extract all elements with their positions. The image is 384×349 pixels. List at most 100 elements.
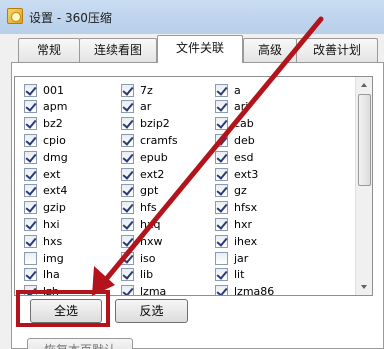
checkbox-checked-icon[interactable] bbox=[121, 234, 134, 248]
checkbox-checked-icon[interactable] bbox=[24, 100, 37, 114]
file-type-label: ext bbox=[43, 167, 61, 181]
checkbox-checked-icon[interactable] bbox=[215, 83, 228, 97]
file-type-checkbox-item[interactable]: ext2 bbox=[121, 166, 164, 182]
checkbox-checked-icon[interactable] bbox=[215, 167, 228, 181]
file-type-checkbox-item[interactable]: apm bbox=[24, 99, 67, 115]
file-type-checkbox-item[interactable]: arj bbox=[215, 99, 248, 115]
file-type-checkbox-item[interactable]: bz2 bbox=[24, 116, 63, 132]
file-type-checkbox-item[interactable]: dmg bbox=[24, 149, 68, 165]
checkbox-checked-icon[interactable] bbox=[121, 184, 134, 198]
file-type-checkbox-item[interactable]: ext3 bbox=[215, 166, 258, 182]
file-type-checkbox-item[interactable]: esd bbox=[215, 149, 253, 165]
checkbox-checked-icon[interactable] bbox=[215, 117, 228, 131]
file-type-label: hxw bbox=[140, 234, 163, 248]
checkbox-checked-icon[interactable] bbox=[215, 201, 228, 215]
checkbox-checked-icon[interactable] bbox=[215, 133, 228, 147]
file-type-label: ar bbox=[140, 100, 152, 114]
checkbox-checked-icon[interactable] bbox=[121, 83, 134, 97]
annotation-highlight-box bbox=[16, 290, 110, 327]
file-type-checkbox-item[interactable]: ext bbox=[24, 166, 60, 182]
file-type-checkbox-item[interactable]: hxi bbox=[24, 216, 60, 232]
tab-advanced[interactable]: 高级 bbox=[243, 38, 297, 62]
file-type-checkbox-item[interactable]: cpio bbox=[24, 132, 66, 148]
checkbox-checked-icon[interactable] bbox=[121, 100, 134, 114]
file-type-checkbox-item[interactable]: a bbox=[215, 82, 241, 98]
checkbox-checked-icon[interactable] bbox=[24, 234, 37, 248]
checkbox-checked-icon[interactable] bbox=[24, 83, 37, 97]
checkbox-checked-icon[interactable] bbox=[24, 184, 37, 198]
file-type-label: hfsx bbox=[234, 201, 258, 215]
checkbox-checked-icon[interactable] bbox=[121, 133, 134, 147]
scroll-up-arrow-icon[interactable] bbox=[356, 77, 372, 93]
tab-general[interactable]: 常规 bbox=[18, 38, 80, 62]
checkbox-checked-icon[interactable] bbox=[121, 251, 134, 265]
file-type-label: deb bbox=[234, 133, 255, 147]
file-type-checkbox-item[interactable]: lit bbox=[215, 267, 244, 283]
file-type-checkbox-item[interactable]: hxs bbox=[24, 233, 62, 249]
checkbox-unchecked-icon[interactable] bbox=[24, 251, 37, 265]
checkbox-checked-icon[interactable] bbox=[215, 184, 228, 198]
checkbox-checked-icon[interactable] bbox=[24, 150, 37, 164]
file-type-checkbox-item[interactable]: lzma bbox=[121, 284, 166, 295]
file-type-checkbox-item[interactable]: hxw bbox=[121, 233, 162, 249]
file-type-checkbox-item[interactable]: ihex bbox=[215, 233, 257, 249]
file-type-checkbox-item[interactable]: hfsx bbox=[215, 200, 257, 216]
checkbox-checked-icon[interactable] bbox=[121, 150, 134, 164]
checkbox-checked-icon[interactable] bbox=[121, 167, 134, 181]
checkbox-checked-icon[interactable] bbox=[121, 268, 134, 282]
checkbox-checked-icon[interactable] bbox=[24, 268, 37, 282]
file-type-label: ext3 bbox=[234, 167, 259, 181]
file-type-label: apm bbox=[43, 100, 68, 114]
file-type-checkbox-item[interactable]: 001 bbox=[24, 82, 64, 98]
file-type-checkbox-item[interactable]: lzma86 bbox=[215, 284, 274, 295]
checkbox-checked-icon[interactable] bbox=[215, 217, 228, 231]
checkbox-checked-icon[interactable] bbox=[24, 133, 37, 147]
checkbox-checked-icon[interactable] bbox=[215, 150, 228, 164]
tab-improvement-plan[interactable]: 改善计划 bbox=[296, 38, 378, 62]
checkbox-unchecked-icon[interactable] bbox=[215, 251, 228, 265]
file-type-checkbox-item[interactable]: hfs bbox=[121, 200, 157, 216]
file-type-label: bz2 bbox=[43, 117, 63, 131]
scroll-down-arrow-icon[interactable] bbox=[356, 279, 372, 295]
file-type-checkbox-item[interactable]: gpt bbox=[121, 183, 158, 199]
file-type-checkbox-item[interactable]: lha bbox=[24, 267, 60, 283]
restore-default-button[interactable]: 恢复本页默认 bbox=[27, 338, 133, 349]
tab-file-association[interactable]: 文件关联 bbox=[157, 35, 243, 63]
file-type-checkbox-item[interactable]: gzip bbox=[24, 200, 66, 216]
scroll-thumb[interactable] bbox=[358, 94, 371, 186]
checkbox-checked-icon[interactable] bbox=[121, 285, 134, 295]
checkbox-checked-icon[interactable] bbox=[215, 268, 228, 282]
file-type-label: hfs bbox=[140, 201, 157, 215]
file-type-checkbox-item[interactable]: gz bbox=[215, 183, 247, 199]
file-type-label: gpt bbox=[140, 184, 159, 198]
tab-continuous-view[interactable]: 连续看图 bbox=[79, 38, 157, 62]
invert-selection-button[interactable]: 反选 bbox=[115, 299, 188, 323]
file-type-checkbox-item[interactable]: lib bbox=[121, 267, 153, 283]
file-type-checkbox-item[interactable]: hxq bbox=[121, 216, 160, 232]
file-type-checkbox-item[interactable]: cramfs bbox=[121, 132, 178, 148]
vertical-scrollbar[interactable] bbox=[355, 77, 372, 295]
file-type-label: gzip bbox=[43, 201, 66, 215]
file-type-checkbox-item[interactable]: 7z bbox=[121, 82, 153, 98]
file-type-checkbox-item[interactable]: deb bbox=[215, 132, 255, 148]
file-type-list[interactable]: 001 apm bz2 cpio dmg ext ext4 gzip hxi hxs img lha l… bbox=[14, 76, 373, 296]
file-type-checkbox-item[interactable]: epub bbox=[121, 149, 168, 165]
checkbox-checked-icon[interactable] bbox=[24, 167, 37, 181]
file-type-checkbox-item[interactable]: hxr bbox=[215, 216, 252, 232]
checkbox-checked-icon[interactable] bbox=[24, 217, 37, 231]
checkbox-checked-icon[interactable] bbox=[24, 117, 37, 131]
checkbox-checked-icon[interactable] bbox=[24, 201, 37, 215]
checkbox-checked-icon[interactable] bbox=[215, 234, 228, 248]
file-type-checkbox-item[interactable]: bzip2 bbox=[121, 116, 170, 132]
checkbox-checked-icon[interactable] bbox=[121, 201, 134, 215]
checkbox-checked-icon[interactable] bbox=[215, 100, 228, 114]
file-type-checkbox-item[interactable]: iso bbox=[121, 250, 156, 266]
file-type-checkbox-item[interactable]: cab bbox=[215, 116, 254, 132]
file-type-checkbox-item[interactable]: ext4 bbox=[24, 183, 67, 199]
checkbox-checked-icon[interactable] bbox=[121, 217, 134, 231]
file-type-checkbox-item[interactable]: ar bbox=[121, 99, 151, 115]
checkbox-checked-icon[interactable] bbox=[215, 285, 228, 295]
file-type-checkbox-item[interactable]: img bbox=[24, 250, 64, 266]
checkbox-checked-icon[interactable] bbox=[121, 117, 134, 131]
file-type-checkbox-item[interactable]: jar bbox=[215, 250, 248, 266]
